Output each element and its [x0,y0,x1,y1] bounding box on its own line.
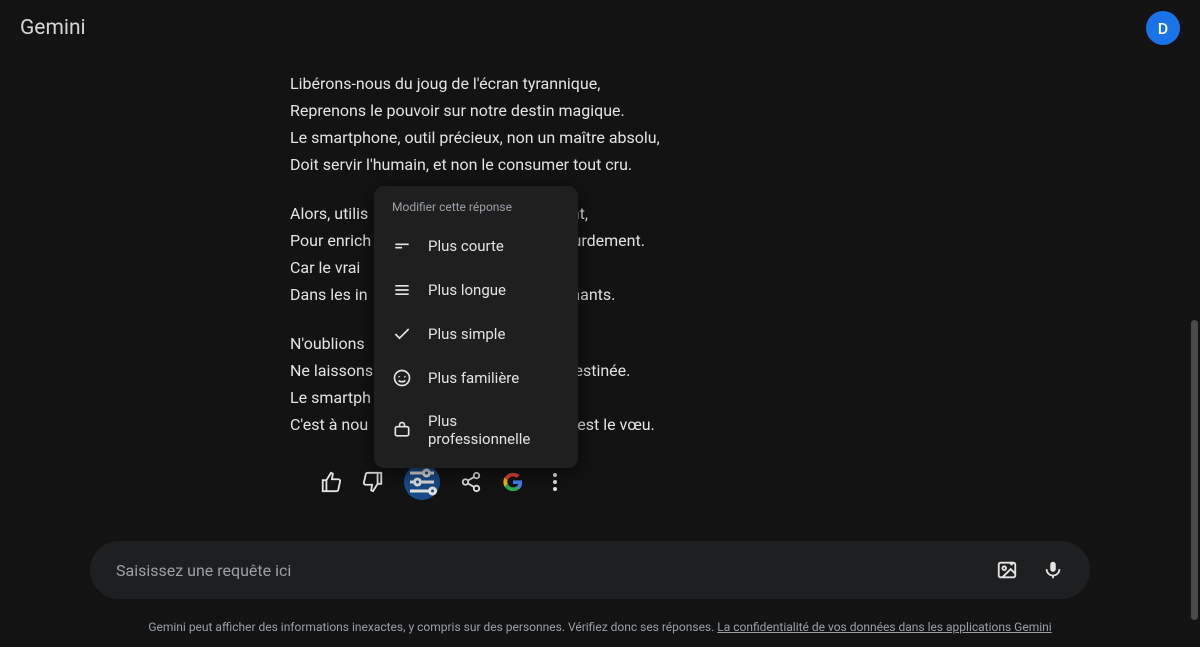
menu-item-professional[interactable]: Plus professionnelle [374,400,578,460]
modify-menu-title: Modifier cette réponse [374,196,578,224]
line: Doit servir l'humain, et non le consumer… [290,151,970,178]
menu-item-shorter[interactable]: Plus courte [374,224,578,268]
line: Le smartphone, outil précieux, non un ma… [290,124,970,151]
line: Reprenons le pouvoir sur notre destin ma… [290,97,970,124]
header: Gemini D [0,0,1200,56]
prompt-bar[interactable]: Saisissez une requête ici [90,541,1090,599]
mic-icon[interactable] [1042,559,1064,581]
prompt-placeholder: Saisissez une requête ici [116,561,996,580]
menu-label: Plus familière [428,369,519,387]
app-title[interactable]: Gemini [20,16,86,40]
thumbs-down-icon[interactable] [362,471,384,493]
privacy-link[interactable]: La confidentialité de vos données dans l… [717,620,1051,634]
google-icon[interactable] [502,471,524,493]
menu-item-longer[interactable]: Plus longue [374,268,578,312]
disclaimer: Gemini peut afficher des informations in… [0,619,1200,635]
menu-label: Plus simple [428,325,505,343]
tune-icon[interactable] [404,464,440,500]
menu-label: Plus professionnelle [428,412,560,448]
scrollbar[interactable] [1191,320,1198,620]
share-icon[interactable] [460,471,482,493]
avatar[interactable]: D [1146,11,1180,45]
line: Libérons-nous du joug de l'écran tyranni… [290,70,970,97]
menu-label: Plus courte [428,237,504,255]
menu-label: Plus longue [428,281,506,299]
menu-item-simpler[interactable]: Plus simple [374,312,578,356]
stanza: Libérons-nous du joug de l'écran tyranni… [290,70,970,178]
modify-response-menu: Modifier cette réponse Plus courte Plus … [374,186,578,468]
response-actions [320,464,970,500]
thumbs-up-icon[interactable] [320,471,342,493]
image-upload-icon[interactable] [996,559,1018,581]
disclaimer-text: Gemini peut afficher des informations in… [148,620,717,634]
menu-item-casual[interactable]: Plus familière [374,356,578,400]
more-icon[interactable] [544,471,566,493]
prompt-right-icons [996,559,1064,581]
